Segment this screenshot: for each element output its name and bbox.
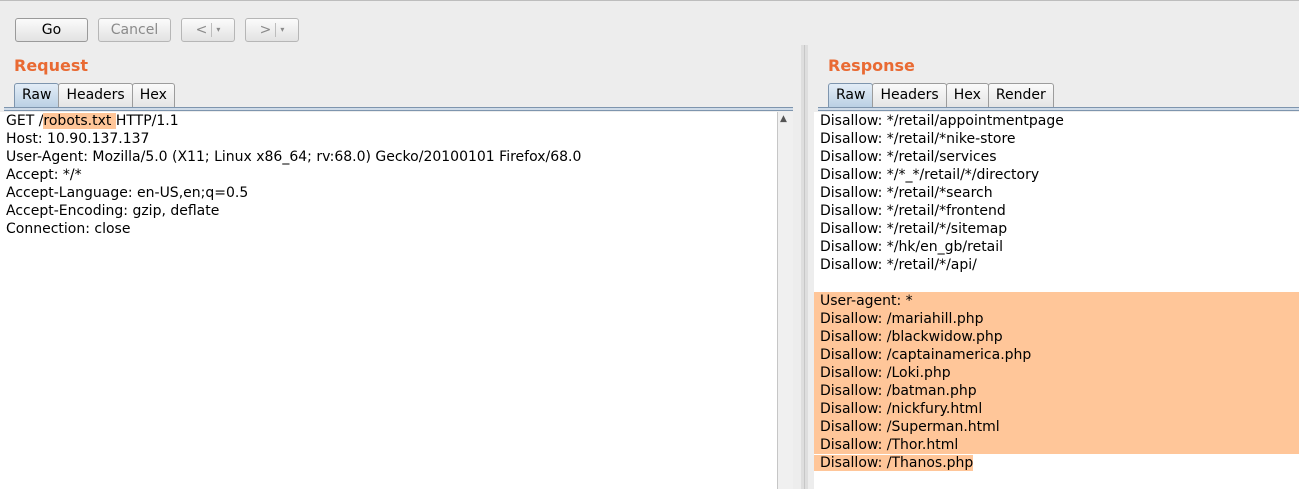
response-highlighted-line: Disallow: /nickfury.html (814, 400, 1299, 418)
toolbar: Go Cancel < ▾ > ▾ (15, 18, 299, 42)
tab-response-render[interactable]: Render (987, 83, 1054, 108)
history-forward-button[interactable]: > ▾ (245, 18, 299, 42)
tab-request-headers[interactable]: Headers (58, 83, 133, 108)
response-last-line: Disallow: /Thanos.php (814, 455, 974, 471)
tab-response-hex[interactable]: Hex (945, 83, 989, 108)
response-highlighted-line: Disallow: /batman.php (814, 382, 1299, 400)
request-header-line: Connection: close (6, 221, 131, 237)
request-method-path: GET / (6, 113, 44, 129)
response-line: Disallow: */retail/*search (820, 185, 993, 201)
tab-request-hex[interactable]: Hex (131, 83, 175, 108)
response-line: Disallow: */retail/services (820, 149, 997, 165)
response-line: Disallow: */retail/*/sitemap (820, 221, 1008, 237)
response-line: Disallow: */retail/*nike-store (820, 131, 1016, 147)
response-pane-title: Response (828, 56, 915, 75)
response-highlighted-line: User-agent: * (814, 292, 1299, 310)
response-line: Disallow: */retail/appointmentpage (820, 113, 1064, 129)
request-pane-title: Request (14, 56, 89, 75)
response-highlighted-line: Disallow: /Superman.html (814, 418, 1299, 436)
response-line (814, 274, 1299, 292)
tab-response-headers[interactable]: Headers (872, 83, 947, 108)
button-separator (211, 23, 213, 37)
button-separator (275, 23, 277, 37)
search-match-highlight: robots.txt (43, 113, 116, 129)
response-highlighted-line: Disallow: /captainamerica.php (814, 346, 1299, 364)
back-arrow-icon: < (195, 22, 208, 38)
request-header-line: Accept: */* (6, 167, 82, 183)
response-line: Disallow: */retail/*/api/ (820, 257, 977, 273)
response-line: Disallow: */*_*/retail/*/directory (820, 167, 1040, 183)
tab-response-raw[interactable]: Raw (828, 83, 874, 108)
response-tabs: Raw Headers Hex Render (828, 83, 1054, 108)
request-line: GET /robots.txt HTTP/1.1 (0, 112, 777, 130)
request-header-line: Accept-Language: en-US,en;q=0.5 (6, 185, 249, 201)
request-tabs: Raw Headers Hex (14, 83, 175, 108)
request-editor[interactable]: GET /robots.txt HTTP/1.1 Host: 10.90.137… (0, 112, 777, 489)
request-header-line: Accept-Encoding: gzip, deflate (6, 203, 220, 219)
response-editor[interactable]: Disallow: */retail/appointmentpage Disal… (814, 112, 1299, 489)
pane-splitter[interactable] (801, 45, 808, 489)
splitter-bar (804, 45, 805, 489)
request-protocol: HTTP/1.1 (115, 113, 179, 129)
scroll-up-icon[interactable]: ▲ (780, 114, 787, 124)
forward-arrow-icon: > (259, 22, 272, 38)
response-highlighted-line: Disallow: /Thor.html (814, 436, 1299, 454)
response-highlighted-line: Disallow: /Thanos.php (814, 454, 1299, 472)
request-header-line: User-Agent: Mozilla/5.0 (X11; Linux x86_… (6, 149, 582, 165)
tab-request-raw[interactable]: Raw (14, 83, 60, 108)
request-header-line: Host: 10.90.137.137 (6, 131, 150, 147)
history-back-button[interactable]: < ▾ (181, 18, 235, 42)
request-tab-underline (4, 107, 793, 111)
response-highlighted-line: Disallow: /Loki.php (814, 364, 1299, 382)
response-highlighted-line: Disallow: /blackwidow.php (814, 328, 1299, 346)
go-button[interactable]: Go (15, 18, 88, 42)
response-highlighted-line: Disallow: /mariahill.php (814, 310, 1299, 328)
request-scrollbar[interactable]: ▲ (777, 112, 793, 489)
chevron-down-icon[interactable]: ▾ (216, 19, 220, 41)
cancel-button[interactable]: Cancel (98, 18, 171, 42)
response-tab-underline (818, 107, 1299, 111)
window-top-border (0, 0, 1299, 1)
response-line: Disallow: */retail/*frontend (820, 203, 1006, 219)
response-line: Disallow: */hk/en_gb/retail (820, 239, 1004, 255)
chevron-down-icon[interactable]: ▾ (280, 19, 284, 41)
